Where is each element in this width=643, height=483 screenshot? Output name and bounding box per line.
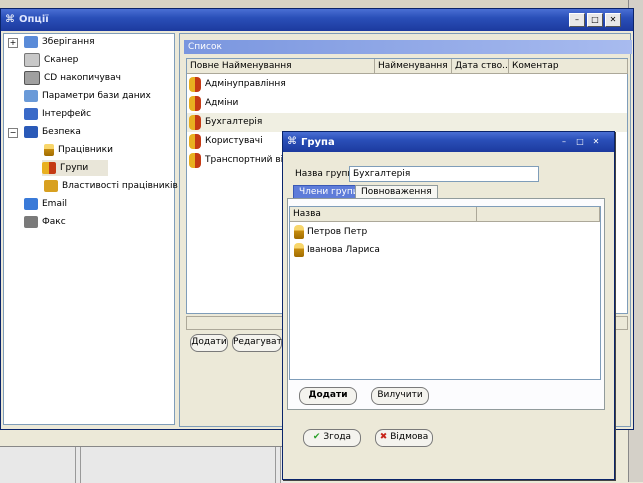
group-icon <box>42 161 56 174</box>
dialog-maximize-button[interactable]: □ <box>573 136 587 148</box>
group-icon <box>189 134 201 149</box>
interface-icon <box>24 107 38 120</box>
tree-item-fax[interactable]: Факс <box>24 214 66 230</box>
window-title: Опції <box>19 14 49 25</box>
maximize-button[interactable]: □ <box>587 13 603 27</box>
list-item[interactable]: Петров Петр <box>294 223 367 241</box>
tab-permissions[interactable]: Повноваження <box>355 185 438 199</box>
column-blank <box>477 207 600 222</box>
tree-item-cd-drive[interactable]: CD накопичувач <box>24 70 121 86</box>
add-group-button[interactable]: Додати <box>190 334 228 352</box>
options-titlebar[interactable]: ⌘ Опції – □ ✕ <box>1 9 633 31</box>
tree-item-scanner[interactable]: Сканер <box>24 52 78 68</box>
security-icon <box>24 125 38 138</box>
group-dialog: ⌘ Група – □ ✕ Назва групи Бухгалтерія Член… <box>282 131 615 480</box>
dialog-titlebar[interactable]: ⌘ Група – □ ✕ <box>283 132 614 152</box>
dialog-close-button[interactable]: ✕ <box>589 136 603 148</box>
collapse-icon[interactable]: − <box>8 128 18 138</box>
column-member-name[interactable]: Назва <box>290 207 477 222</box>
tree-item-database[interactable]: Параметри бази даних <box>24 88 151 104</box>
table-row[interactable]: Адмінуправління <box>187 75 627 94</box>
add-member-button[interactable]: Додати <box>299 387 357 405</box>
column-name[interactable]: Найменування <box>375 59 452 74</box>
close-button[interactable]: ✕ <box>605 13 621 27</box>
column-date[interactable]: Дата ство... <box>452 59 509 74</box>
database-icon <box>24 89 38 102</box>
fax-icon <box>24 215 38 228</box>
tree-item-storage[interactable]: Зберігання <box>24 34 95 50</box>
person-icon <box>294 242 304 257</box>
person-icon <box>44 143 54 156</box>
expand-icon[interactable]: + <box>8 38 18 48</box>
group-icon <box>189 77 201 92</box>
cancel-button[interactable]: ✖ Відмова <box>375 429 433 447</box>
minimize-button[interactable]: – <box>569 13 585 27</box>
tree-item-employees[interactable]: Працівники <box>44 142 113 158</box>
list-item[interactable]: Іванова Лариса <box>294 241 380 259</box>
tab-group-members[interactable]: Члени групи <box>293 185 365 199</box>
dialog-icon: ⌘ <box>287 136 297 147</box>
group-icon <box>189 153 201 168</box>
group-icon <box>189 96 201 111</box>
table-row[interactable]: Адміни <box>187 94 627 113</box>
person-icon <box>294 224 304 239</box>
edit-group-button[interactable]: Редагувати <box>232 334 288 352</box>
group-name-input[interactable]: Бухгалтерія <box>349 166 539 182</box>
cd-drive-icon <box>24 70 40 85</box>
tree-item-email[interactable]: Email <box>24 196 67 212</box>
ok-button[interactable]: ✔ Згода <box>303 429 361 447</box>
tree-item-security[interactable]: Безпека <box>24 124 81 140</box>
cross-icon: ✖ <box>379 432 388 442</box>
checkmark-icon: ✔ <box>312 432 321 442</box>
remove-member-button[interactable]: Вилучити <box>371 387 429 405</box>
email-icon <box>24 197 38 210</box>
table-row-selected[interactable]: Бухгалтерія <box>187 113 627 132</box>
background-window-bottom <box>0 446 290 483</box>
members-list: Назва Петров Петр Іванова Лариса <box>289 206 601 380</box>
options-tree: + Зберігання Сканер CD накопичувач Парам… <box>3 33 178 425</box>
tree-item-groups[interactable]: Групи <box>42 160 109 176</box>
group-icon <box>189 115 201 130</box>
tree-item-employee-properties[interactable]: Властивості працівників <box>44 178 178 194</box>
storage-icon <box>24 35 38 48</box>
list-header: Список <box>184 40 632 54</box>
dialog-title: Група <box>301 137 335 148</box>
column-full-name[interactable]: Повне Найменування <box>187 59 375 74</box>
group-name-label: Назва групи <box>295 169 354 179</box>
tree-item-interface[interactable]: Інтерфейс <box>24 106 91 122</box>
dialog-minimize-button[interactable]: – <box>557 136 571 148</box>
window-icon: ⌘ <box>5 14 15 25</box>
scanner-icon <box>24 52 40 67</box>
column-comment[interactable]: Коментар <box>509 59 628 74</box>
properties-icon <box>44 179 58 192</box>
